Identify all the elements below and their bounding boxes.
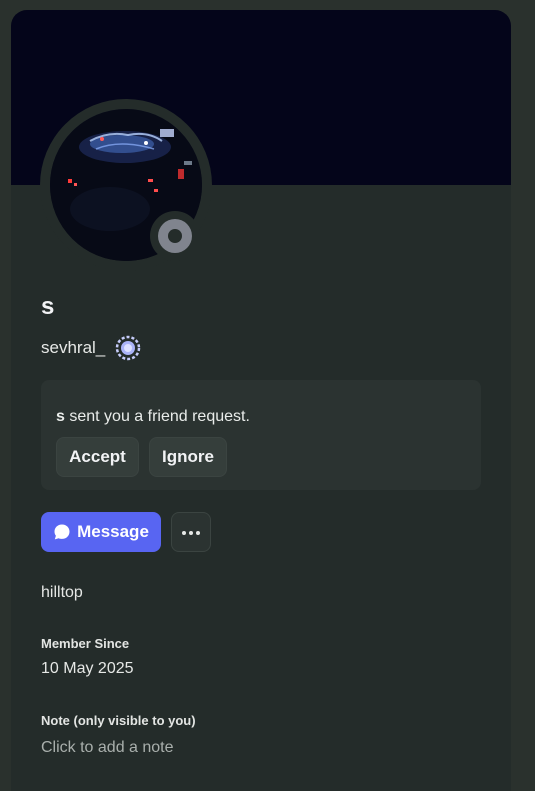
- profile-card: s sevhral_ s sent you a friend request. …: [11, 10, 511, 791]
- friend-request-message: sent you a friend request.: [64, 408, 250, 425]
- friend-request-panel: s sent you a friend request. Accept Igno…: [41, 380, 481, 490]
- accept-button[interactable]: Accept: [56, 437, 139, 477]
- status-indicator: [150, 211, 200, 261]
- message-button-label: Message: [77, 522, 149, 541]
- bio-text: hilltop: [41, 584, 83, 601]
- member-since-date: 10 May 2025: [41, 660, 134, 677]
- message-button[interactable]: Message: [41, 512, 161, 552]
- display-name: s: [41, 293, 55, 320]
- friend-request-sender: s: [56, 408, 65, 425]
- note-label: Note (only visible to you): [41, 713, 196, 728]
- friend-request-text: s sent you a friend request.: [56, 408, 250, 426]
- member-since-label: Member Since: [41, 636, 130, 651]
- chat-bubble-icon: [53, 523, 71, 541]
- more-options-button[interactable]: [171, 512, 211, 552]
- username-row: sevhral_: [41, 335, 141, 361]
- page: s sevhral_ s sent you a friend request. …: [0, 0, 535, 791]
- note-input[interactable]: [41, 736, 471, 760]
- ignore-button[interactable]: Ignore: [149, 437, 227, 477]
- username: sevhral_: [41, 338, 106, 357]
- avatar-frame: [40, 99, 212, 271]
- offline-status-icon: [158, 219, 192, 253]
- ellipsis-icon: [181, 523, 201, 541]
- nitro-badge-icon[interactable]: [115, 335, 141, 361]
